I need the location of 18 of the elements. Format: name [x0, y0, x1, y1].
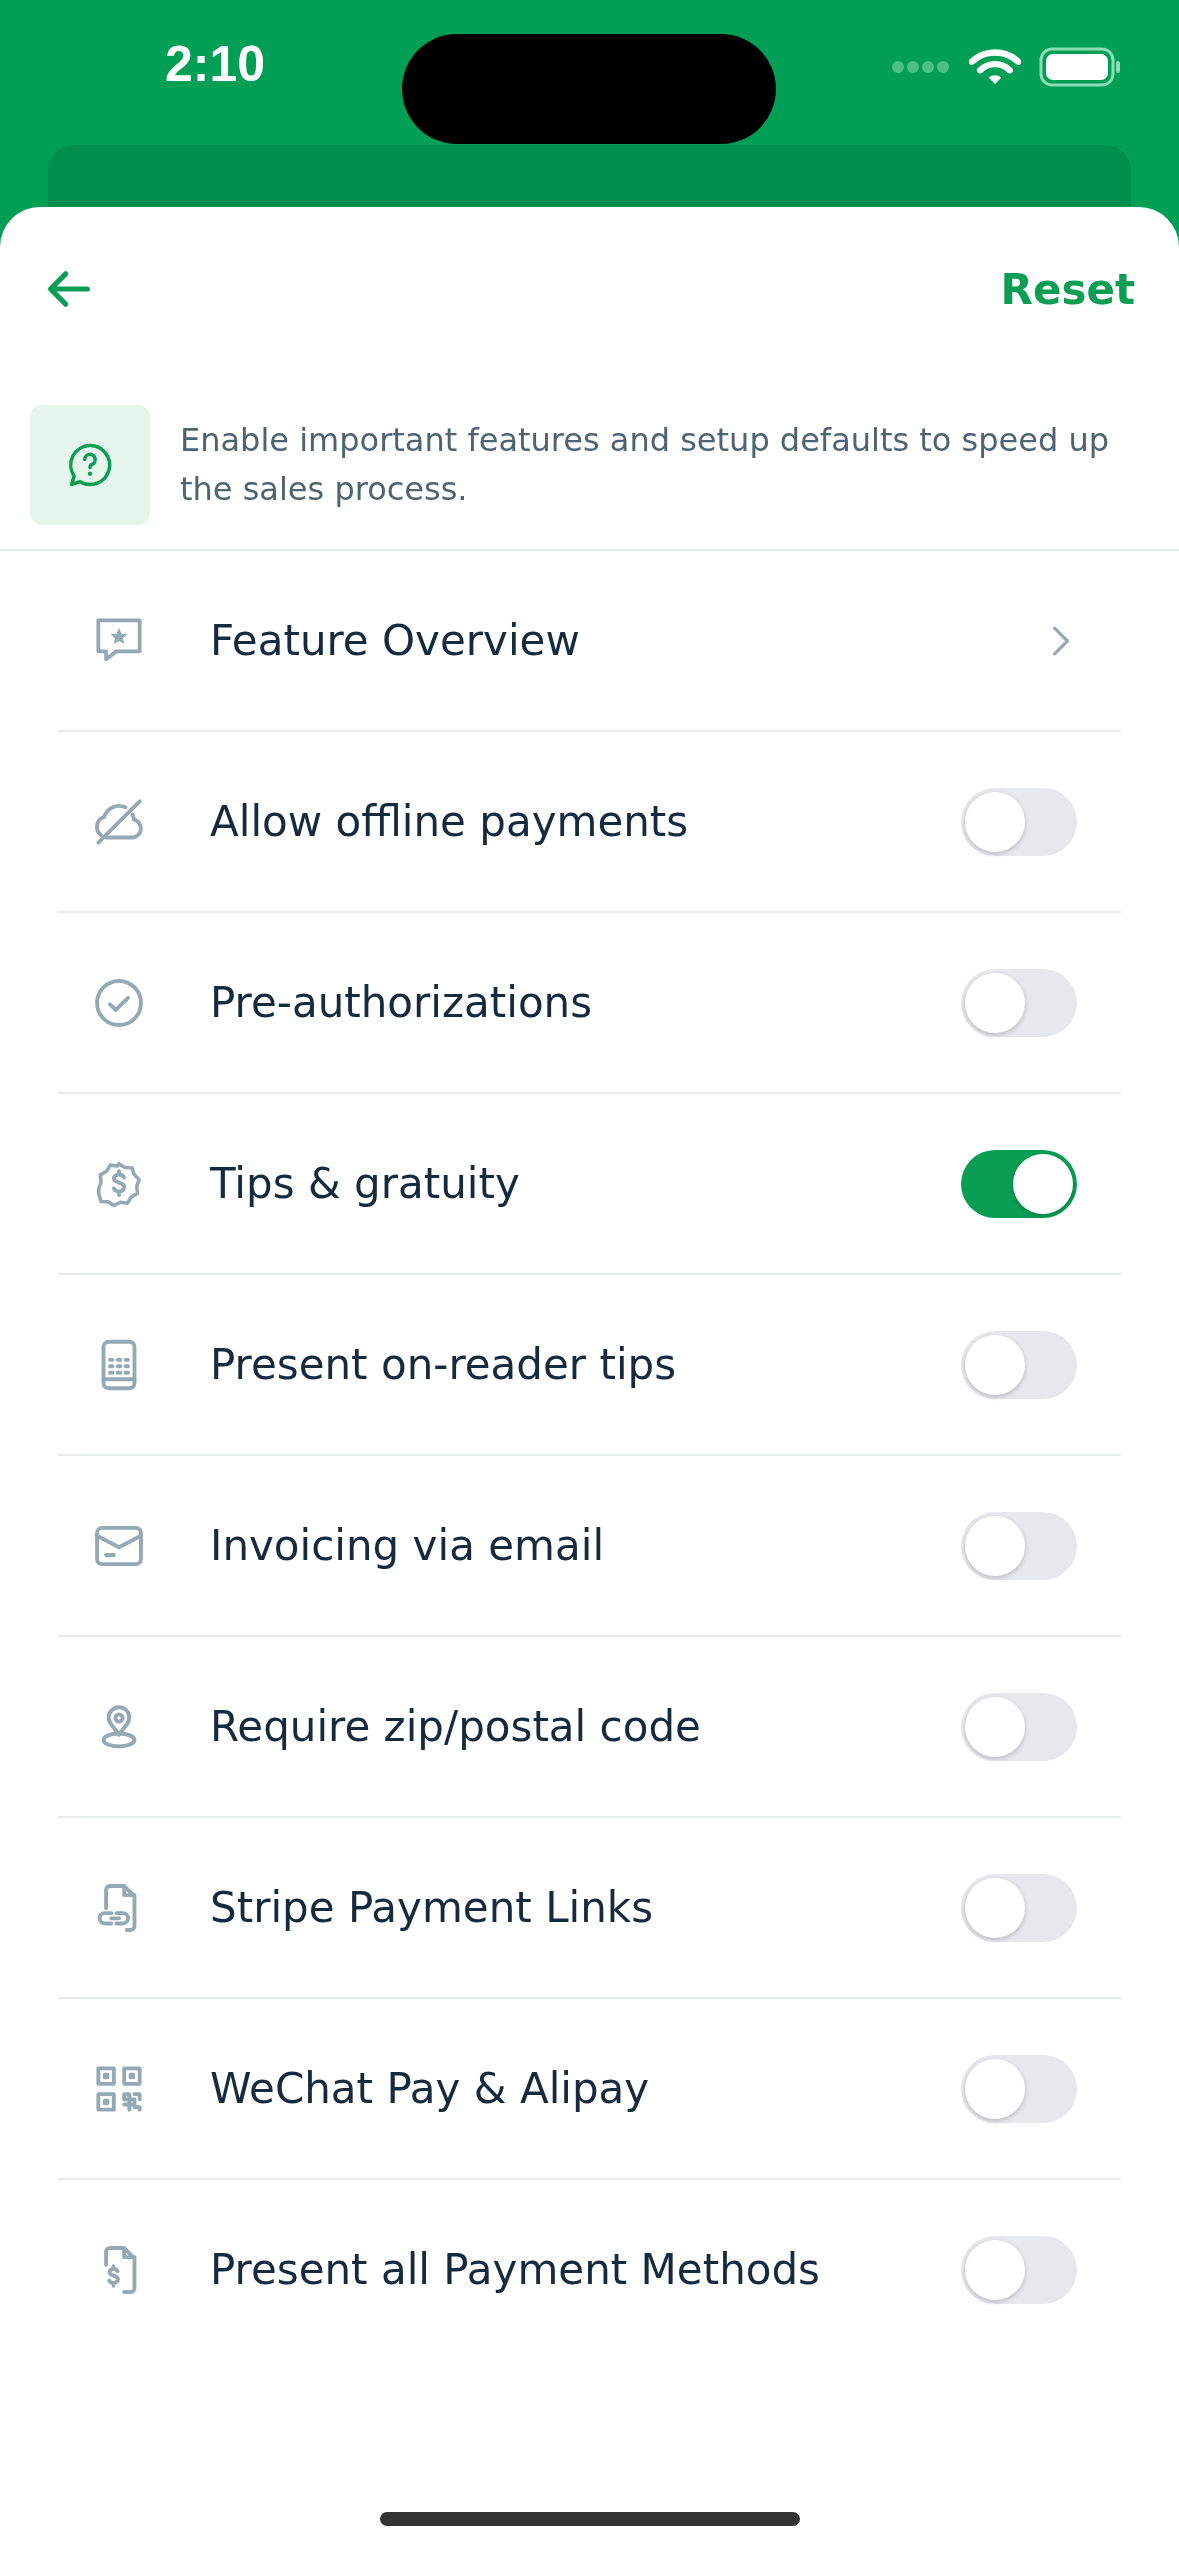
setting-label: Tips & gratuity	[210, 1159, 521, 1208]
setting-label: Stripe Payment Links	[210, 1883, 655, 1932]
setting-label: Require zip/postal code	[210, 1702, 702, 1751]
setting-label: WeChat Pay & Alipay	[210, 2064, 651, 2113]
signal-icon	[891, 59, 951, 74]
status-time: 2:10	[165, 34, 266, 93]
chevron-right-icon[interactable]	[1051, 624, 1071, 657]
battery-icon	[1039, 46, 1121, 87]
setting-label: Allow offline payments	[210, 797, 690, 846]
setting-label: Invoicing via email	[210, 1521, 606, 1570]
setting-label: Feature Overview	[210, 616, 581, 665]
reset-button[interactable]: Reset	[1000, 264, 1135, 314]
info-text: Enable important features and setup defaults to speed up the sales process.	[180, 420, 1111, 510]
setting-label: Present on-reader tips	[210, 1340, 678, 1389]
wifi-icon	[969, 47, 1021, 86]
help-icon	[30, 405, 150, 525]
setting-label: Pre-authorizations	[210, 978, 594, 1027]
setting-label: Present all Payment Methods	[210, 2245, 821, 2294]
